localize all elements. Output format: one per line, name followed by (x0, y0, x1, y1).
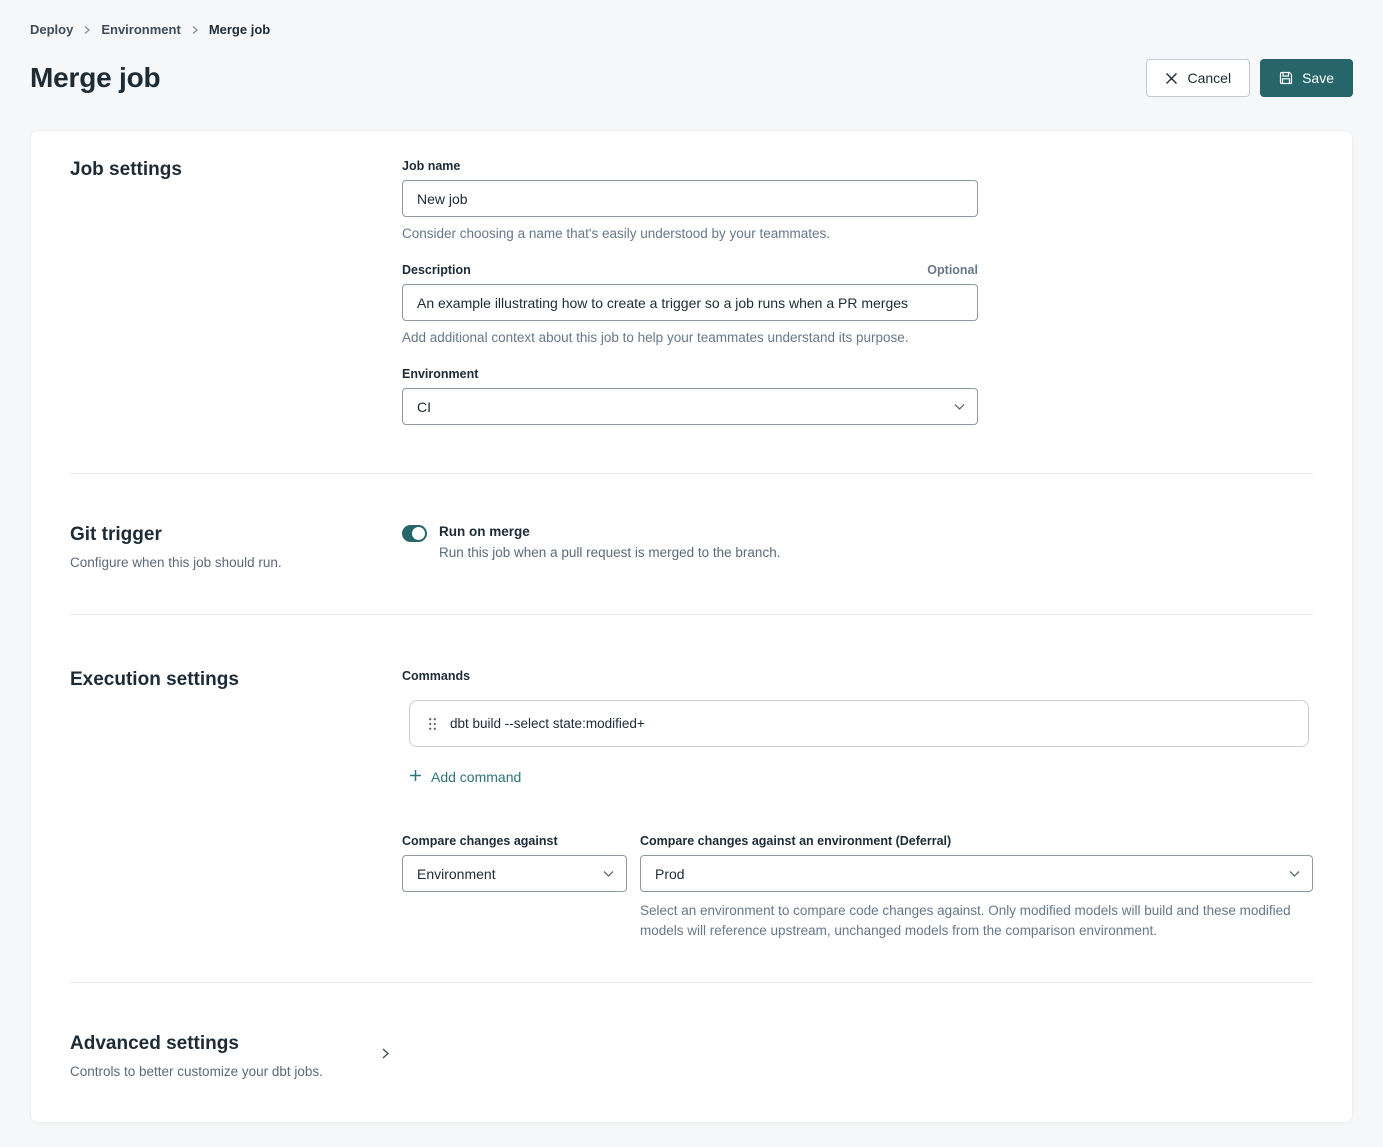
description-label: Description (402, 263, 471, 277)
breadcrumb: Deploy Environment Merge job (30, 22, 1353, 37)
chevron-down-icon (954, 403, 965, 410)
git-trigger-heading: Git trigger (70, 524, 402, 546)
section-execution-settings: Execution settings Commands (70, 614, 1313, 982)
commands-label: Commands (402, 669, 1313, 683)
chevron-down-icon (603, 870, 614, 877)
save-button[interactable]: Save (1260, 59, 1353, 97)
section-job-settings: Job settings Job name Consider choosing … (70, 131, 1313, 473)
save-button-label: Save (1302, 70, 1334, 86)
toggle-knob (412, 527, 425, 540)
cancel-button-label: Cancel (1187, 70, 1231, 86)
compare-environment-select[interactable]: Prod (640, 855, 1313, 892)
compare-against-group: Compare changes against Environment (402, 834, 627, 942)
cancel-button[interactable]: Cancel (1146, 59, 1250, 97)
advanced-settings-subheading: Controls to better customize your dbt jo… (70, 1064, 381, 1079)
command-row (409, 700, 1309, 747)
chevron-right-icon (191, 25, 199, 35)
run-on-merge-description: Run this job when a pull request is merg… (439, 545, 780, 560)
command-input[interactable] (450, 716, 1296, 731)
chevron-down-icon (1289, 870, 1300, 877)
chevron-right-icon (381, 1047, 390, 1065)
page: Deploy Environment Merge job Merge job C… (0, 0, 1383, 1147)
breadcrumb-item-environment[interactable]: Environment (101, 22, 180, 37)
execution-settings-heading: Execution settings (70, 669, 402, 691)
job-name-input[interactable] (402, 180, 978, 217)
compare-against-label: Compare changes against (402, 834, 558, 848)
description-input[interactable] (402, 284, 978, 321)
compare-against-value: Environment (417, 866, 496, 882)
breadcrumb-item-merge-job: Merge job (209, 22, 270, 37)
job-name-helper: Consider choosing a name that's easily u… (402, 226, 1022, 241)
compare-against-select[interactable]: Environment (402, 855, 627, 892)
environment-label: Environment (402, 367, 478, 381)
job-settings-card: Job settings Job name Consider choosing … (30, 130, 1353, 1123)
add-command-button[interactable]: Add command (409, 769, 521, 785)
run-on-merge-toggle[interactable] (402, 525, 427, 542)
add-command-label: Add command (431, 769, 521, 785)
description-field-group: Description Optional Add additional cont… (402, 263, 1313, 345)
description-helper: Add additional context about this job to… (402, 330, 1022, 345)
save-icon (1279, 71, 1293, 85)
advanced-settings-heading: Advanced settings (70, 1033, 381, 1055)
compare-environment-value: Prod (655, 866, 685, 882)
compare-row: Compare changes against Environment Comp… (402, 834, 1313, 942)
run-on-merge-label: Run on merge (439, 524, 780, 539)
compare-environment-group: Compare changes against an environment (… (640, 834, 1313, 942)
breadcrumb-item-deploy[interactable]: Deploy (30, 22, 73, 37)
header-actions: Cancel Save (1146, 59, 1353, 97)
close-icon (1165, 72, 1178, 85)
section-git-trigger: Git trigger Configure when this job shou… (70, 473, 1313, 614)
section-advanced-settings: Advanced settings Controls to better cus… (70, 982, 1313, 1122)
environment-field-group: Environment CI (402, 367, 1313, 425)
advanced-settings-expand[interactable] (381, 1033, 390, 1079)
optional-tag: Optional (927, 263, 978, 277)
page-title: Merge job (30, 62, 160, 94)
environment-select[interactable]: CI (402, 388, 978, 425)
drag-handle-icon[interactable] (422, 717, 443, 731)
git-trigger-subheading: Configure when this job should run. (70, 555, 402, 570)
environment-select-value: CI (417, 399, 431, 415)
compare-environment-label: Compare changes against an environment (… (640, 834, 951, 848)
page-header: Merge job Cancel Save (30, 59, 1353, 97)
job-settings-heading: Job settings (70, 159, 402, 181)
job-name-label: Job name (402, 159, 460, 173)
chevron-right-icon (83, 25, 91, 35)
compare-environment-helper: Select an environment to compare code ch… (640, 901, 1300, 942)
job-name-field-group: Job name Consider choosing a name that's… (402, 159, 1313, 241)
run-on-merge-row: Run on merge Run this job when a pull re… (402, 524, 1313, 560)
plus-icon (409, 769, 422, 785)
